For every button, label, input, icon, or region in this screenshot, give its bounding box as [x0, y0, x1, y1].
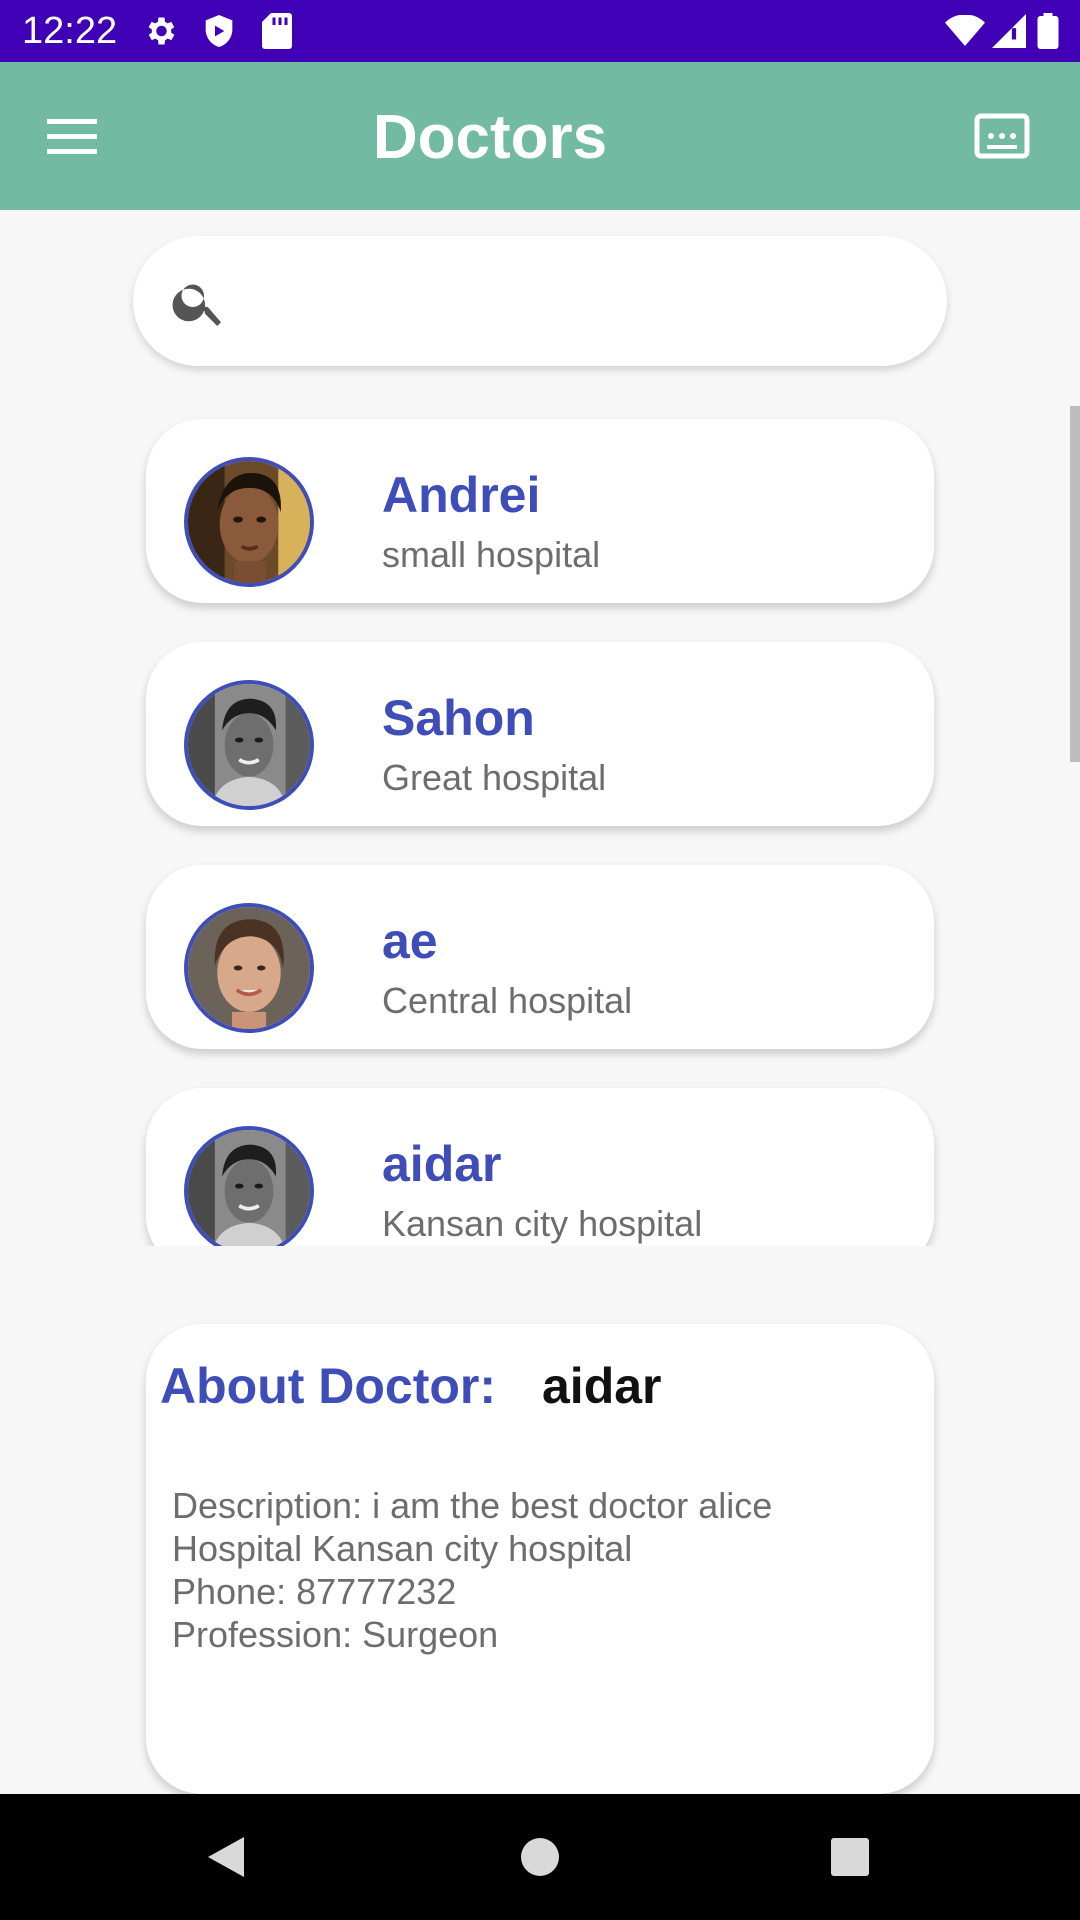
doctor-card[interactable]: aidar Kansan city hospital — [146, 1088, 934, 1246]
doctor-profession: Profession: Surgeon — [172, 1614, 499, 1655]
back-button[interactable] — [191, 1824, 261, 1890]
gear-icon — [141, 12, 179, 50]
doctor-hospital: Kansan city hospital — [382, 1203, 703, 1244]
doctor-card[interactable]: Andrei small hospital — [146, 419, 934, 603]
about-doctor-name: aidar — [542, 1358, 662, 1414]
doctor-hospital-detail: Hospital Kansan city hospital — [172, 1528, 633, 1569]
search-input[interactable] — [243, 256, 903, 346]
avatar — [184, 1126, 314, 1246]
app-bar: Doctors — [0, 62, 1080, 210]
doctor-description: Description: i am the best doctor alice — [172, 1485, 773, 1526]
doctor-card[interactable]: ae Central hospital — [146, 865, 934, 1049]
doctor-card[interactable]: Sahon Great hospital — [146, 642, 934, 826]
sd-card-icon — [258, 12, 296, 50]
wifi-icon — [944, 12, 986, 50]
doctor-hospital: Central hospital — [382, 980, 633, 1021]
doctor-hospital: small hospital — [382, 534, 601, 575]
doctor-name: Sahon — [382, 690, 535, 746]
navigation-bar — [0, 1794, 1080, 1920]
status-time: 12:22 — [22, 10, 118, 52]
recents-icon — [831, 1838, 869, 1876]
battery-icon — [1030, 12, 1066, 50]
search-icon — [172, 284, 221, 326]
avatar — [184, 680, 314, 810]
cell-signal-icon — [990, 12, 1028, 50]
status-bar: 12:22 — [0, 0, 1080, 62]
about-doctor-label: About Doctor: — [160, 1358, 497, 1414]
avatar — [184, 457, 314, 587]
home-button[interactable] — [505, 1824, 575, 1890]
back-icon — [208, 1837, 244, 1877]
doctor-phone: Phone: 87777232 — [172, 1571, 457, 1612]
doctor-hospital: Great hospital — [382, 757, 607, 798]
doctor-name: Andrei — [382, 467, 541, 523]
search-bar[interactable] — [133, 236, 947, 366]
shield-icon — [200, 12, 238, 50]
home-icon — [521, 1838, 559, 1876]
avatar — [184, 903, 314, 1033]
message-button[interactable] — [960, 98, 1044, 174]
page-title: Doctors — [372, 103, 608, 172]
doctor-name: ae — [382, 913, 438, 969]
about-doctor-details: Description: i am the best doctor alice … — [172, 1484, 772, 1656]
doctor-list: Andrei small hospital Sahon Great hospit… — [0, 400, 1080, 1246]
doctor-name: aidar — [382, 1136, 502, 1192]
about-doctor-card: About Doctor: aidar Description: i am th… — [146, 1324, 934, 1794]
recents-button[interactable] — [815, 1824, 885, 1890]
message-icon — [974, 113, 1030, 159]
